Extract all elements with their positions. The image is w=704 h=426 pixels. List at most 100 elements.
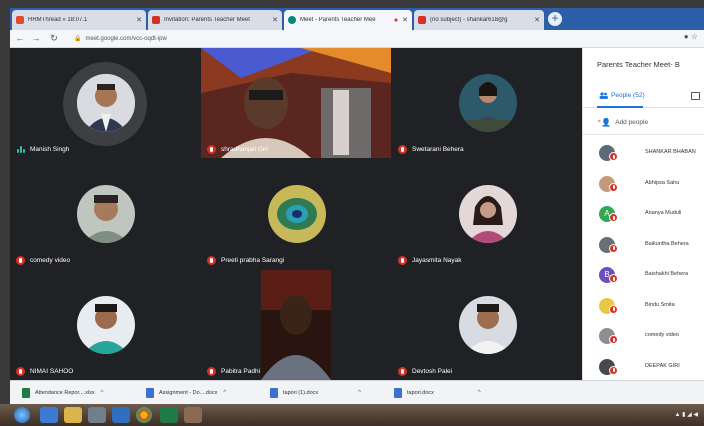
download-item[interactable]: tapori (1).docx ^: [270, 387, 361, 399]
download-item[interactable]: Attendance Repor....xlsx ^: [22, 387, 103, 399]
ie-icon[interactable]: [40, 407, 58, 423]
list-item[interactable]: Bindu Smita: [583, 293, 704, 324]
chrome-icon[interactable]: [136, 407, 152, 423]
screen: HRMThread » 18:07.1 ✕ Invitation: Parent…: [0, 0, 704, 426]
close-tab-icon[interactable]: ✕: [272, 16, 278, 24]
lock-icon: 🔒: [74, 36, 82, 42]
participant-list: SHANKAR BHABAN Abhipsa Sahu A Ananya Mud…: [583, 140, 704, 384]
media-player-icon[interactable]: [88, 407, 106, 423]
new-tab-button[interactable]: +: [548, 12, 562, 26]
chevron-up-icon[interactable]: ^: [478, 390, 481, 396]
close-tab-icon[interactable]: ✕: [136, 16, 142, 24]
people-panel: Parents Teacher Meet- B People (52) ⁺👤 A…: [582, 48, 704, 380]
download-item[interactable]: tapori.docx ^: [394, 387, 481, 399]
browser-toolbar: ← → ↻ 🔒 meet.google.com/vcc-oqdt-ipw ● ☆: [10, 30, 704, 48]
tab-title: HRMThread » 18:07.1: [28, 17, 88, 23]
chevron-up-icon[interactable]: ^: [223, 390, 226, 396]
avatar: [459, 185, 517, 243]
extension-icon[interactable]: ● ☆: [684, 32, 698, 41]
back-icon[interactable]: ←: [14, 32, 26, 45]
os-taskbar: ▲ ▮ ◢ ◀: [0, 404, 704, 426]
add-person-icon: ⁺👤: [597, 118, 612, 127]
video-feed: [261, 270, 331, 380]
participant-tile[interactable]: shradhanjali Giri: [201, 48, 391, 158]
list-item[interactable]: Baikuntha Behera: [583, 232, 704, 263]
start-button-icon[interactable]: [14, 407, 30, 423]
participant-name: DEEPAK GIRI: [645, 362, 680, 369]
participant-name: NIMAI SAHOO: [16, 367, 73, 376]
browser-tab-invitation[interactable]: Invitation: Parents Teacher Meet ✕: [148, 10, 282, 30]
browser-tab-strip: HRMThread » 18:07.1 ✕ Invitation: Parent…: [10, 8, 704, 30]
browser-tab-hrm[interactable]: HRMThread » 18:07.1 ✕: [12, 10, 146, 30]
participant-tile[interactable]: Preeti prabha Sarangi: [201, 159, 391, 269]
mic-off-icon: [398, 367, 407, 376]
browser-tab-meet[interactable]: Meet - Parents Teacher Mee ● ✕: [284, 10, 412, 30]
downloads-bar: Attendance Repor....xlsx ^ Assignment - D…: [10, 380, 704, 404]
participant-name: Devtosh Palei: [398, 367, 452, 376]
panel-tabs: People (52): [583, 86, 704, 108]
chevron-up-icon[interactable]: ^: [101, 390, 104, 396]
participant-tile[interactable]: Pabitra Padhi: [201, 270, 391, 380]
participant-name: Preeti prabha Sarangi: [207, 256, 284, 265]
gmail-icon: [152, 16, 160, 24]
tab-title: Meet - Parents Teacher Mee: [300, 17, 376, 23]
tab-title: Invitation: Parents Teacher Meet: [164, 17, 250, 23]
reload-icon[interactable]: ↻: [48, 32, 60, 45]
divider: [583, 134, 704, 135]
url-text: meet.google.com/vcc-oqdt-ipw: [85, 36, 167, 42]
list-item[interactable]: comedy video: [583, 323, 704, 354]
mic-off-icon: [609, 152, 618, 161]
browser-tab-gmail[interactable]: (no subject) - shankar618@g ✕: [414, 10, 544, 30]
chat-icon[interactable]: [691, 92, 700, 100]
people-icon: [599, 92, 608, 99]
excel-icon[interactable]: [160, 407, 178, 423]
list-item[interactable]: A Ananya Muduli: [583, 201, 704, 232]
mic-off-icon: [609, 365, 618, 375]
chevron-up-icon[interactable]: ^: [358, 390, 361, 396]
mic-off-icon: [398, 145, 407, 154]
participant-name: SHANKAR BHABAN: [645, 149, 696, 155]
gmail-icon: [418, 16, 426, 24]
add-people-button[interactable]: ⁺👤 Add people: [597, 118, 648, 127]
participant-name: Swetarani Behera: [398, 145, 464, 154]
active-tab-indicator: [597, 106, 643, 108]
tab-title: (no subject) - shankar618@g: [430, 17, 508, 23]
close-tab-icon[interactable]: ✕: [534, 16, 540, 24]
participant-name: Pabitra Padhi: [207, 367, 260, 376]
mic-off-icon: [16, 256, 25, 265]
participant-name: Manish Singh: [16, 145, 69, 154]
close-tab-icon[interactable]: ✕: [402, 16, 408, 24]
participant-tile[interactable]: Devtosh Palei: [392, 270, 582, 380]
download-item[interactable]: Assignment - Do....docx ^: [146, 387, 226, 399]
address-bar[interactable]: 🔒 meet.google.com/vcc-oqdt-ipw: [74, 33, 684, 45]
avatar: [459, 74, 517, 132]
participant-tile[interactable]: Manish Singh: [10, 48, 200, 158]
folder-icon[interactable]: [64, 407, 82, 423]
list-item[interactable]: B Baishakhi Behera: [583, 262, 704, 293]
mic-off-icon: [609, 213, 618, 222]
speaking-indicator-icon: [16, 145, 25, 154]
participant-name: shradhanjali Giri: [207, 145, 268, 154]
list-item[interactable]: SHANKAR BHABAN: [583, 140, 704, 171]
mic-off-icon: [609, 304, 618, 314]
system-tray[interactable]: ▲ ▮ ◢ ◀: [675, 411, 698, 418]
meet-video-grid: Manish Singh shradhanjali Giri Swetarani…: [10, 48, 582, 380]
word-file-icon: [394, 388, 402, 398]
app-icon[interactable]: [184, 407, 202, 423]
participant-tile[interactable]: comedy video: [10, 159, 200, 269]
word-icon[interactable]: [112, 407, 130, 423]
forward-icon[interactable]: →: [30, 32, 42, 45]
participant-tile[interactable]: NIMAI SAHOO: [10, 270, 200, 380]
tab-people[interactable]: People (52): [599, 92, 645, 99]
mic-off-icon: [207, 145, 216, 154]
participant-name: Abhipsa Sahu: [645, 179, 680, 186]
participant-name: comedy video: [16, 256, 70, 265]
mic-off-icon: [207, 367, 216, 376]
avatar: [77, 185, 135, 243]
participant-tile[interactable]: Jayasmita Nayak: [392, 159, 582, 269]
recording-dot-icon: ●: [393, 16, 399, 24]
list-item[interactable]: Abhipsa Sahu: [583, 171, 704, 202]
video-feed: [201, 48, 391, 158]
avatar: [77, 296, 135, 354]
participant-tile[interactable]: Swetarani Behera: [392, 48, 582, 158]
